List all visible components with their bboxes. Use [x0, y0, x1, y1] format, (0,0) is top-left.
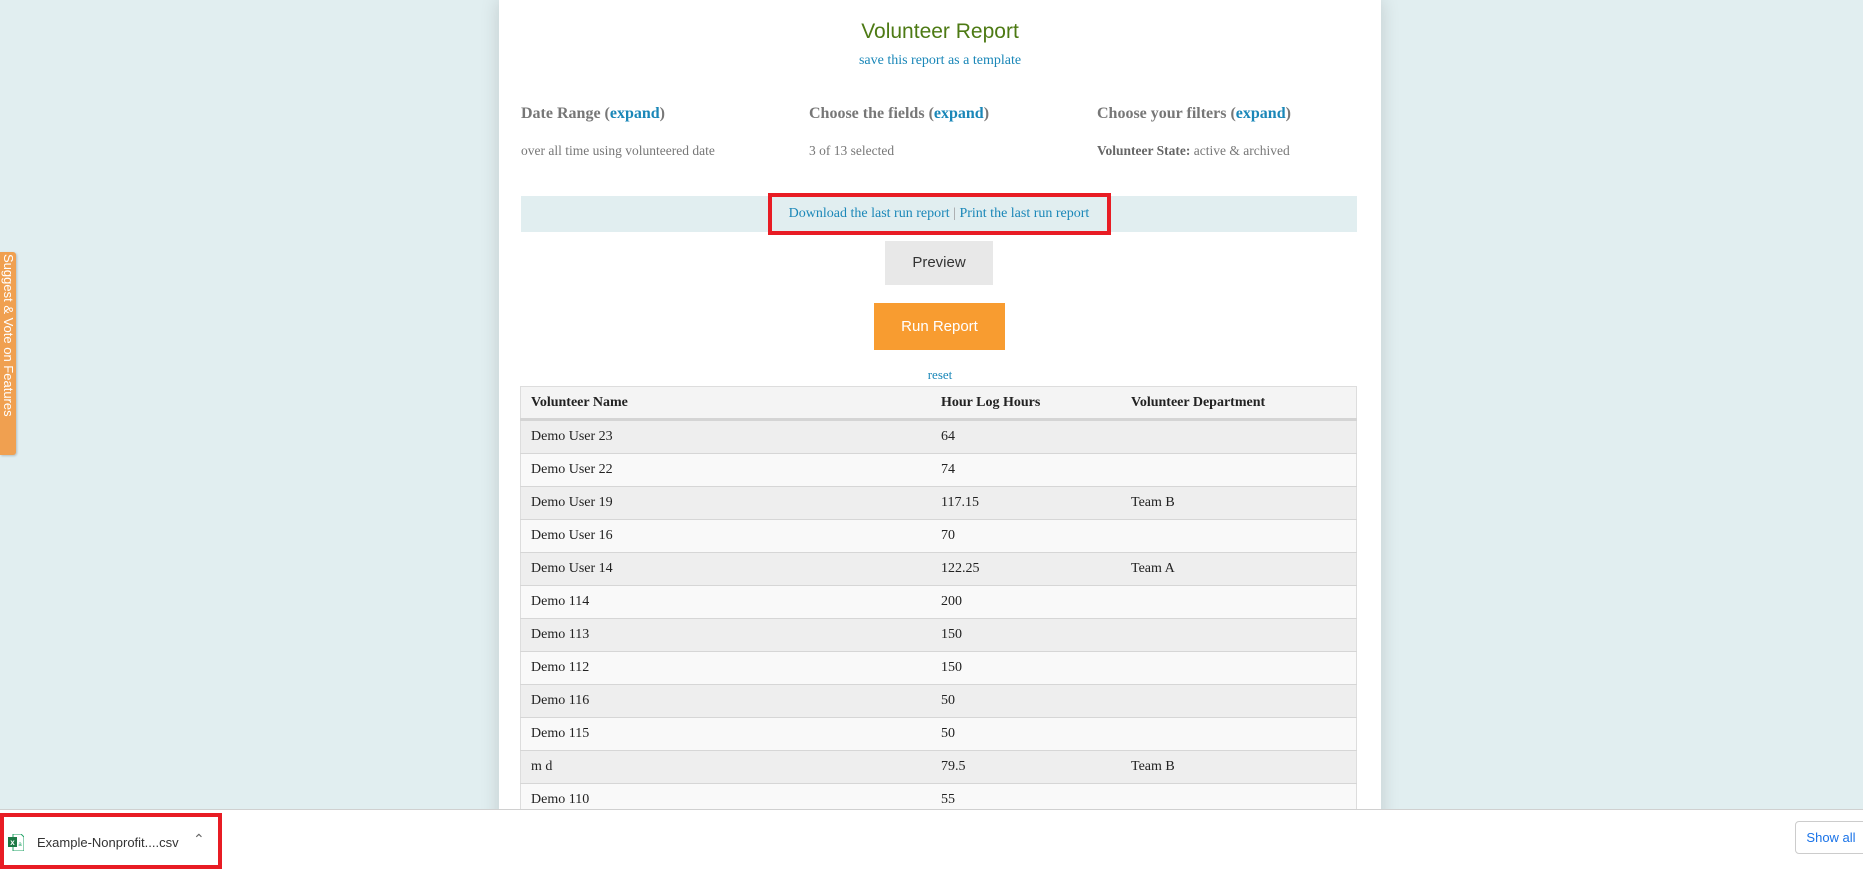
- download-shelf: x a Example-Nonprofit....csv ⌃ Show all: [0, 809, 1863, 870]
- date-range-value: over all time using volunteered date: [521, 143, 715, 158]
- side-tab-label: Suggest & Vote on Features: [1, 254, 16, 417]
- table-cell: 122.25: [931, 552, 1121, 586]
- page-title: Volunteer Report: [861, 20, 1019, 43]
- column-header: Volunteer Name: [520, 386, 931, 421]
- date-range-heading: Date Range: [521, 105, 601, 122]
- table-cell: Team B: [1121, 750, 1357, 784]
- table-cell: [1121, 717, 1357, 751]
- table-cell: Demo 115: [520, 717, 931, 751]
- preview-button[interactable]: Preview: [885, 241, 993, 285]
- table-row: Demo 116 50: [520, 684, 1357, 718]
- table-cell: 64: [931, 419, 1121, 454]
- table-cell: 70: [931, 519, 1121, 553]
- table-row: Demo User 22 74: [520, 453, 1357, 487]
- run-report-button[interactable]: Run Report: [874, 303, 1005, 350]
- table-row: Demo 113 150: [520, 618, 1357, 652]
- filter-value: active & archived: [1193, 143, 1290, 158]
- table-cell: [1121, 519, 1357, 553]
- highlight-box: [0, 813, 222, 869]
- table-cell: 200: [931, 585, 1121, 619]
- table-cell: Demo 116: [520, 684, 931, 718]
- table-row: Demo 114 200: [520, 585, 1357, 619]
- fields-heading: Choose the fields: [809, 105, 925, 122]
- suggest-vote-features-tab[interactable]: Suggest & Vote on Features: [0, 252, 16, 455]
- table-cell: Demo User 22: [520, 453, 931, 487]
- table-cell: 79.5: [931, 750, 1121, 784]
- table-cell: Demo 114: [520, 585, 931, 619]
- table-cell: [1121, 618, 1357, 652]
- filters-section: Choose your filters (expand) Volunteer S…: [1097, 105, 1291, 158]
- column-header: Hour Log Hours: [931, 386, 1121, 421]
- table-cell: Team A: [1121, 552, 1357, 586]
- table-row: Demo 115 50: [520, 717, 1357, 751]
- table-cell: Demo 112: [520, 651, 931, 685]
- table-row: Demo 112 150: [520, 651, 1357, 685]
- table-cell: Demo User 14: [520, 552, 931, 586]
- show-all-button[interactable]: Show all: [1795, 821, 1863, 854]
- table-row: Demo User 23 64: [520, 419, 1357, 454]
- table-cell: m d: [520, 750, 931, 784]
- save-template-link[interactable]: save this report as a template: [499, 53, 1381, 69]
- table-cell: 50: [931, 717, 1121, 751]
- table-cell: [1121, 585, 1357, 619]
- table-cell: 50: [931, 684, 1121, 718]
- table-row: Demo User 16 70: [520, 519, 1357, 553]
- table-cell: [1121, 419, 1357, 454]
- table-cell: Demo 113: [520, 618, 931, 652]
- fields-section: Choose the fields (expand) 3 of 13 selec…: [809, 105, 1089, 159]
- table-cell: 74: [931, 453, 1121, 487]
- date-range-section: Date Range (expand) over all time using …: [521, 105, 801, 159]
- table-cell: [1121, 684, 1357, 718]
- table-cell: [1121, 453, 1357, 487]
- table-cell: Team B: [1121, 486, 1357, 520]
- table-row: m d 79.5 Team B: [520, 750, 1357, 784]
- filter-label: Volunteer State:: [1097, 143, 1191, 158]
- highlight-box: [768, 193, 1111, 235]
- table-cell: [1121, 651, 1357, 685]
- table-cell: Demo User 23: [520, 419, 931, 454]
- filters-expand-link[interactable]: expand: [1236, 105, 1286, 122]
- reset-link[interactable]: reset: [499, 367, 1381, 383]
- fields-value: 3 of 13 selected: [809, 143, 895, 158]
- table-cell: 150: [931, 618, 1121, 652]
- report-table: Volunteer Name Hour Log Hours Volunteer …: [520, 386, 1357, 817]
- table-cell: Demo User 16: [520, 519, 931, 553]
- report-card: Volunteer Report save this report as a t…: [499, 0, 1381, 869]
- fields-expand-link[interactable]: expand: [934, 105, 984, 122]
- table-cell: Demo User 19: [520, 486, 931, 520]
- table-cell: 117.15: [931, 486, 1121, 520]
- table-cell: 150: [931, 651, 1121, 685]
- table-row: Demo User 14 122.25 Team A: [520, 552, 1357, 586]
- table-row: Demo User 19 117.15 Team B: [520, 486, 1357, 520]
- date-range-expand-link[interactable]: expand: [610, 105, 660, 122]
- filters-heading: Choose your filters: [1097, 105, 1227, 122]
- column-header: Volunteer Department: [1121, 386, 1357, 421]
